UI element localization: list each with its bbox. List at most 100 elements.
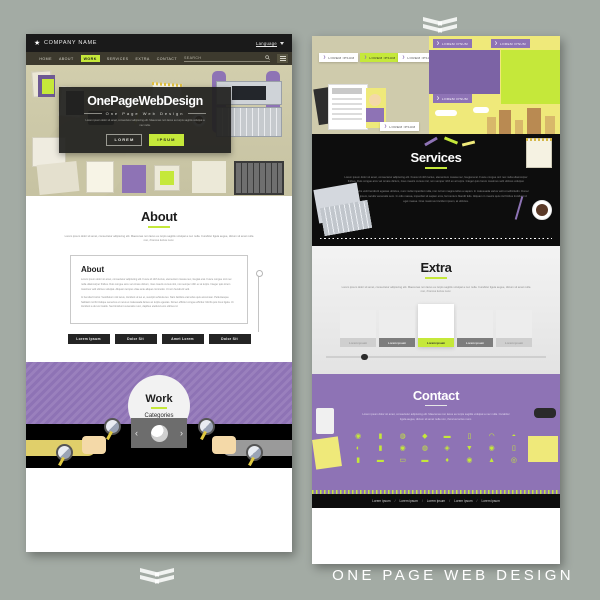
- lock-alt-icon[interactable]: ▯: [504, 444, 524, 452]
- about-title-underline: [148, 226, 170, 228]
- about-content-box: About Lorem ipsum dolor sit amet, consec…: [70, 255, 248, 325]
- key-icon[interactable]: ▯: [459, 432, 479, 440]
- bell-icon[interactable]: ◓: [504, 432, 524, 440]
- document-prop: [86, 161, 114, 193]
- arrows-icon[interactable]: ◈: [437, 444, 457, 452]
- left-page-mockup: ★ COMPANY NAME Language HOME ABOUT WORK …: [26, 34, 292, 552]
- work-carousel[interactable]: ‹ ›: [131, 418, 187, 448]
- user-icon[interactable]: ◉: [482, 444, 502, 452]
- search-input[interactable]: SEARCH: [184, 55, 270, 62]
- building-prop: [498, 110, 511, 134]
- poster-canvas: ★ COMPANY NAME Language HOME ABOUT WORK …: [0, 0, 600, 600]
- search-placeholder: SEARCH: [184, 55, 202, 60]
- language-label: Language: [255, 40, 277, 46]
- notepad-spiral-prop: [526, 138, 552, 141]
- tag-lorem-ipsum-4[interactable]: ❯ LOREM IPSUM: [380, 122, 420, 131]
- extra-card-5[interactable]: Lorem ipsum: [496, 310, 532, 348]
- nav-item-work[interactable]: WORK: [80, 55, 100, 62]
- green-block: [500, 50, 560, 106]
- extra-card-2[interactable]: Lorem ipsum: [379, 310, 415, 348]
- clip-prop: [461, 140, 476, 147]
- tag-label: LOREM IPSUM: [328, 55, 355, 60]
- tag-lorem-ipsum-7[interactable]: ❯ LOREM IPSUM: [432, 94, 473, 103]
- map-pin-icon[interactable]: ♦: [437, 456, 457, 464]
- book-icon[interactable]: ▮: [348, 456, 368, 464]
- footer-link-2[interactable]: Lorem ipsum: [399, 499, 417, 503]
- arrow-right-icon: ❯: [436, 95, 440, 100]
- extra-slider-handle[interactable]: [361, 353, 368, 361]
- right-page-mockup: ❯ LOREM IPSUM ❯ LOREM IPSUM ❯ LOREM IPSU…: [312, 36, 560, 564]
- camera-icon[interactable]: ▬: [415, 456, 435, 464]
- avatar-body-prop: [366, 108, 384, 122]
- lightbulb-icon[interactable]: ◉: [393, 444, 413, 452]
- chevron-left-icon[interactable]: ‹: [135, 428, 138, 438]
- about-button-3[interactable]: Amet Lorem: [161, 334, 204, 345]
- nav-item-extra[interactable]: EXTRA: [136, 57, 150, 61]
- briefcase-icon[interactable]: ▬: [370, 456, 390, 464]
- tag-lorem-ipsum-6[interactable]: ❯ LOREM IPSUM: [490, 39, 531, 48]
- contact-title: Contact: [412, 387, 460, 403]
- hero-ipsum-button[interactable]: IPSUM: [149, 133, 184, 146]
- arrow-right-icon: ❯: [323, 54, 327, 59]
- extra-card-4[interactable]: Lorem ipsum: [457, 310, 493, 348]
- keyboard-keys-prop: [236, 163, 282, 193]
- extra-card-3[interactable]: Lorem ipsum: [418, 304, 454, 348]
- tag-label: LOREM IPSUM: [369, 55, 396, 60]
- speaker-icon[interactable]: ◐: [348, 444, 368, 452]
- mail-icon[interactable]: ▬: [437, 432, 457, 440]
- extra-card-carousel: Lorem ipsum Lorem ipsum Lorem ipsum Lore…: [312, 304, 560, 348]
- umbrella-icon[interactable]: ◠: [482, 432, 502, 440]
- hero-banner: OnePageWebDesign One Page Web Design Lor…: [26, 65, 292, 196]
- tag-lorem-ipsum-5[interactable]: ❯ LOREM IPSUM: [432, 39, 473, 48]
- nav-item-contact[interactable]: CONTACT: [157, 57, 177, 61]
- services-title: Services: [410, 150, 462, 165]
- footer-link-5[interactable]: Lorem ipsum: [481, 499, 499, 503]
- eye-icon[interactable]: ◉: [348, 432, 368, 440]
- cloud-prop: [434, 110, 457, 116]
- language-selector[interactable]: Language: [256, 41, 284, 46]
- nav-item-services[interactable]: SERVICES: [107, 57, 129, 61]
- footer-separator: /: [476, 498, 478, 503]
- droplet-icon[interactable]: ◆: [415, 432, 435, 440]
- notepad-prop: [526, 138, 552, 168]
- lock-icon[interactable]: ▮: [370, 432, 390, 440]
- about-button-4[interactable]: Dolor Sit: [208, 334, 251, 345]
- clip-prop: [424, 136, 438, 147]
- nav-item-home[interactable]: HOME: [39, 57, 52, 61]
- right-top-left-panel: ❯ LOREM IPSUM ❯ LOREM IPSUM ❯ LOREM IPSU…: [312, 36, 438, 134]
- chevron-right-icon[interactable]: ›: [180, 428, 183, 438]
- right-top-right-panel: ❯ LOREM IPSUM ❯ LOREM IPSUM ❯ LOREM IPSU…: [428, 36, 560, 134]
- tag-lorem-ipsum-1[interactable]: ❯ LOREM IPSUM: [319, 53, 359, 62]
- footer-link-4[interactable]: Lorem ipsum: [454, 499, 472, 503]
- card-label: Lorem ipsum: [340, 338, 376, 348]
- alert-icon[interactable]: ▲: [482, 456, 502, 464]
- footer-link-1[interactable]: Lorem ipsum: [372, 499, 390, 503]
- hamburger-icon[interactable]: [277, 53, 288, 64]
- contact-title-underline: [425, 404, 447, 407]
- footer-separator: /: [394, 498, 396, 503]
- right-footer: Lorem ipsum / Lorem ipsum / Lorem ipsum …: [312, 493, 560, 508]
- extra-slider-track[interactable]: [326, 353, 546, 361]
- footer-link-3[interactable]: Lorem ipsum: [427, 499, 445, 503]
- dotted-divider: [320, 238, 552, 239]
- about-button-1[interactable]: Lorem Ipsum: [67, 334, 110, 345]
- about-button-2[interactable]: Dolor Sit: [114, 334, 157, 345]
- flag-icon[interactable]: ▼: [459, 444, 479, 452]
- target-icon[interactable]: ◎: [504, 456, 524, 464]
- cloud-prop: [472, 107, 489, 113]
- hand-left: [82, 436, 106, 454]
- about-section: About Lorem ipsum dolor sit amet, consec…: [26, 196, 292, 362]
- star-icon: ★: [34, 39, 41, 47]
- monitor-icon[interactable]: ▭: [393, 456, 413, 464]
- building-prop: [486, 117, 496, 134]
- pen-icon[interactable]: ▮: [370, 444, 390, 452]
- building-prop: [526, 108, 541, 134]
- extra-card-1[interactable]: Lorem ipsum: [340, 310, 376, 348]
- globe-icon[interactable]: ◍: [415, 444, 435, 452]
- tag-lorem-ipsum-2[interactable]: ❯ LOREM IPSUM: [360, 53, 400, 62]
- pin-icon[interactable]: ◍: [393, 432, 413, 440]
- clock-icon[interactable]: ◉: [459, 456, 479, 464]
- nav-item-about[interactable]: ABOUT: [59, 57, 74, 61]
- brand[interactable]: ★ COMPANY NAME: [34, 40, 97, 47]
- hero-lorem-button[interactable]: LOREM: [106, 133, 143, 146]
